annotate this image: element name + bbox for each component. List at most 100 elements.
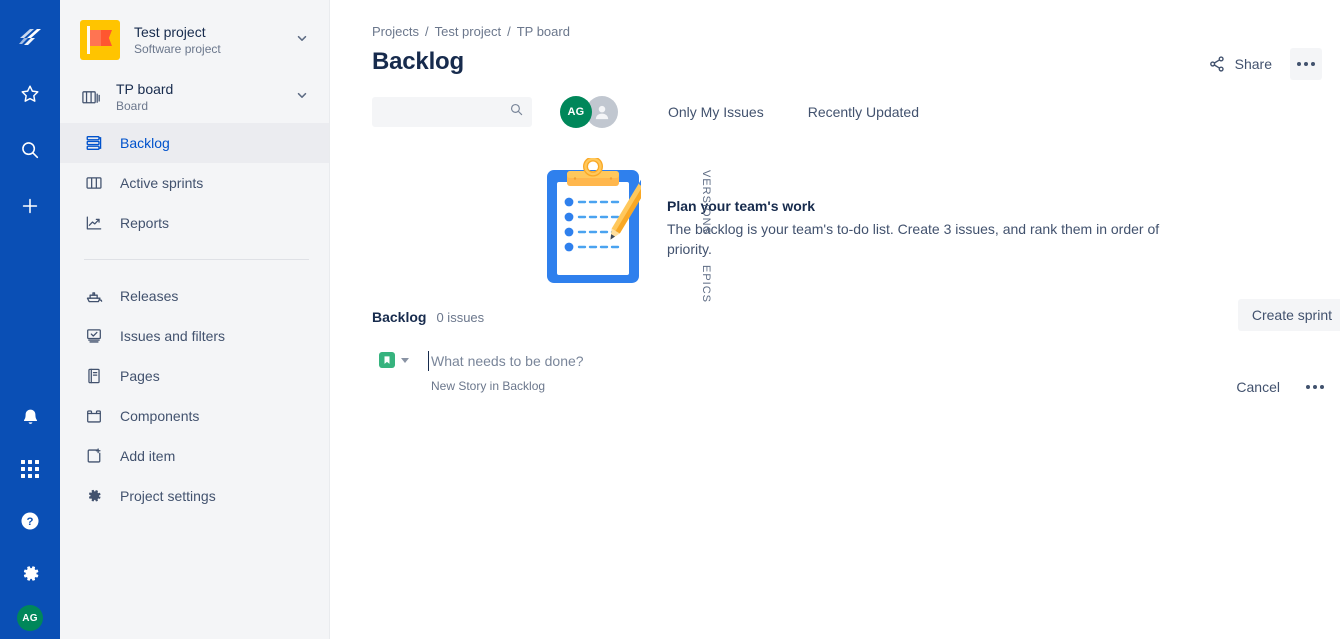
project-meta: Test project Software project bbox=[134, 24, 281, 57]
plus-icon[interactable] bbox=[10, 186, 50, 226]
reports-chart-icon bbox=[84, 213, 104, 233]
sidebar-divider bbox=[84, 259, 309, 260]
backlog-empty-state: Plan your team's work The backlog is you… bbox=[330, 146, 1340, 285]
sidebar-item-label: Active sprints bbox=[120, 175, 204, 191]
rail-profile-avatar[interactable]: AG bbox=[17, 605, 43, 631]
issues-filters-icon bbox=[84, 326, 104, 346]
sidebar-item-label: Issues and filters bbox=[120, 328, 226, 344]
jira-backlog-page: ? AG Test project Software project TP bo… bbox=[0, 0, 1340, 639]
filter-toolbar: AG Only My Issues Recently Updated bbox=[330, 76, 1340, 128]
jira-logo-icon[interactable] bbox=[10, 18, 50, 58]
empty-state-description: The backlog is your team's to-do list. C… bbox=[667, 221, 1160, 257]
sidebar-item-pages[interactable]: Pages bbox=[60, 356, 329, 396]
share-button[interactable]: Share bbox=[1198, 49, 1282, 79]
breadcrumb: Projects / Test project / TP board bbox=[330, 0, 1340, 39]
project-header[interactable]: Test project Software project bbox=[60, 14, 329, 66]
app-switcher-grid-icon[interactable] bbox=[10, 449, 50, 489]
sidebar-item-add-item[interactable]: Add item bbox=[60, 436, 329, 476]
backlog-icon bbox=[84, 133, 104, 153]
components-box-icon bbox=[84, 406, 104, 426]
add-item-icon bbox=[84, 446, 104, 466]
clipboard-checklist-illustration bbox=[545, 156, 650, 285]
issue-type-selector[interactable] bbox=[379, 351, 409, 368]
sidebar-item-label: Add item bbox=[120, 448, 176, 464]
columns-icon bbox=[84, 173, 104, 193]
sidebar-item-label: Pages bbox=[120, 368, 160, 384]
sidebar-item-label: Releases bbox=[120, 288, 179, 304]
breadcrumb-separator: / bbox=[507, 24, 511, 39]
board-header[interactable]: TP board Board bbox=[60, 74, 329, 121]
releases-ship-icon bbox=[84, 286, 104, 306]
board-name: TP board bbox=[116, 81, 174, 97]
filter-only-my-issues[interactable]: Only My Issues bbox=[660, 99, 772, 125]
page-title: Backlog bbox=[372, 48, 464, 75]
chevron-down-icon[interactable] bbox=[295, 31, 313, 50]
sidebar-item-releases[interactable]: Releases bbox=[60, 276, 329, 316]
story-bookmark-icon bbox=[379, 352, 395, 368]
backlog-issue-count: 0 issues bbox=[436, 310, 485, 325]
breadcrumb-projects[interactable]: Projects bbox=[372, 24, 419, 39]
share-node-icon bbox=[1208, 55, 1226, 73]
tab-versions[interactable]: VERSIONS bbox=[698, 168, 714, 237]
share-label: Share bbox=[1234, 56, 1272, 72]
sidebar-item-backlog[interactable]: Backlog bbox=[60, 123, 329, 163]
sidebar-item-reports[interactable]: Reports bbox=[60, 203, 329, 243]
new-issue-hint: New Story in Backlog bbox=[431, 379, 546, 393]
sidebar-item-label: Backlog bbox=[120, 135, 170, 151]
sidebar-item-issues-and-filters[interactable]: Issues and filters bbox=[60, 316, 329, 356]
chevron-down-icon[interactable] bbox=[295, 88, 313, 107]
avatar-initials: AG bbox=[567, 106, 585, 118]
board-stack-icon bbox=[82, 88, 102, 108]
backlog-section-header: Backlog 0 issues bbox=[372, 309, 1340, 325]
sidebar-item-components[interactable]: Components bbox=[60, 396, 329, 436]
global-navigation-rail: ? AG bbox=[0, 0, 60, 639]
sidebar-item-active-sprints[interactable]: Active sprints bbox=[60, 163, 329, 203]
help-question-icon[interactable]: ? bbox=[10, 501, 50, 541]
assignee-avatar-group: AG bbox=[560, 96, 618, 128]
rail-profile-initials: AG bbox=[22, 612, 38, 624]
board-meta: TP board Board bbox=[116, 81, 281, 114]
star-icon[interactable] bbox=[10, 74, 50, 114]
rail-bottom-group: ? AG bbox=[0, 397, 60, 631]
backlog-section-name: Backlog bbox=[372, 309, 427, 325]
settings-gear-icon bbox=[84, 486, 104, 506]
sidebar-item-project-settings[interactable]: Project settings bbox=[60, 476, 329, 516]
filter-recently-updated[interactable]: Recently Updated bbox=[800, 99, 927, 125]
new-issue-actions: Cancel bbox=[1236, 379, 1324, 395]
user-avatar-ag[interactable]: AG bbox=[560, 96, 592, 128]
settings-gear-icon[interactable] bbox=[10, 553, 50, 593]
project-type: Software project bbox=[134, 41, 221, 56]
notifications-bell-icon[interactable] bbox=[10, 397, 50, 437]
new-issue-summary-input[interactable] bbox=[428, 351, 848, 371]
search-icon[interactable] bbox=[10, 130, 50, 170]
sidebar-item-label: Project settings bbox=[120, 488, 216, 504]
sidebar-item-label: Reports bbox=[120, 215, 170, 231]
project-sidebar: Test project Software project TP board B… bbox=[60, 0, 330, 639]
sidebar-nav-primary: Backlog Active sprints Reports bbox=[60, 123, 329, 243]
page-more-button[interactable] bbox=[1290, 48, 1322, 80]
search-input[interactable] bbox=[372, 97, 532, 127]
caret-down-icon bbox=[401, 357, 409, 363]
more-horizontal-icon bbox=[1297, 62, 1315, 66]
new-issue-more-button[interactable] bbox=[1306, 385, 1324, 389]
main-content: Projects / Test project / TP board Backl… bbox=[330, 0, 1340, 639]
cancel-button[interactable]: Cancel bbox=[1236, 379, 1280, 395]
top-actions: Share bbox=[1198, 48, 1322, 80]
new-issue-row: New Story in Backlog Cancel bbox=[372, 351, 1340, 397]
breadcrumb-test-project[interactable]: Test project bbox=[435, 24, 501, 39]
project-flag-avatar bbox=[80, 20, 120, 60]
project-name: Test project bbox=[134, 23, 206, 40]
sidebar-nav-secondary: Releases Issues and filters Pages Compon… bbox=[60, 276, 329, 516]
create-sprint-button[interactable]: Create sprint bbox=[1237, 299, 1340, 331]
search-field-wrapper bbox=[372, 97, 532, 127]
backlog-section: Backlog 0 issues Create sprint New Story… bbox=[330, 285, 1340, 397]
svg-text:?: ? bbox=[27, 516, 34, 528]
sidebar-item-label: Components bbox=[120, 408, 200, 424]
empty-state-title: Plan your team's work bbox=[667, 198, 816, 214]
board-type: Board bbox=[116, 99, 149, 113]
new-issue-input-wrapper: New Story in Backlog bbox=[428, 351, 1340, 393]
breadcrumb-tp-board[interactable]: TP board bbox=[517, 24, 570, 39]
breadcrumb-separator: / bbox=[424, 24, 429, 39]
pages-doc-icon bbox=[84, 366, 104, 386]
rail-top-group bbox=[10, 0, 50, 242]
